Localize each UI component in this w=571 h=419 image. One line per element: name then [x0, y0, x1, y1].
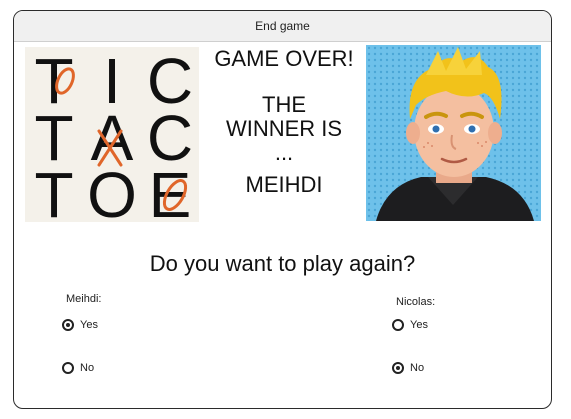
headline-the: THE — [262, 92, 306, 117]
window-title: End game — [255, 19, 310, 33]
option-label: No — [80, 362, 95, 374]
winner-avatar — [366, 45, 541, 221]
tic-tac-toe-logo: T I C T A C T O E — [25, 47, 199, 222]
logo-letter: O — [87, 159, 137, 222]
player2-no-option[interactable]: No — [392, 362, 424, 374]
player2-label: Nicolas: — [396, 296, 436, 308]
option-label: No — [410, 362, 425, 374]
player2-yes-radio[interactable] — [392, 319, 404, 331]
player1-no-option[interactable]: No — [62, 362, 94, 374]
winner-name: MEIHDI — [245, 172, 323, 197]
player1-no-radio[interactable] — [62, 362, 74, 374]
player1-label: Meihdi: — [66, 293, 102, 305]
headline-game-over: GAME OVER! — [214, 46, 354, 71]
window-titlebar: End game — [14, 11, 551, 42]
avatar-illustration — [366, 45, 541, 221]
headline-winner-is: WINNER IS — [225, 116, 343, 141]
option-label: Yes — [410, 319, 428, 331]
logo-graphic: T I C T A C T O E — [34, 47, 193, 222]
player2-yes-option[interactable]: Yes — [392, 319, 428, 331]
play-again-question: Do you want to play again? — [149, 251, 416, 276]
headline-ellipsis: ... — [274, 140, 294, 165]
option-label: Yes — [80, 319, 98, 331]
winner-announcement: GAME OVER! THE WINNER IS ... MEIHDI — [209, 47, 359, 197]
end-game-window: End game T I C T A C T O E GAME OVER! TH… — [13, 10, 552, 409]
player1-yes-radio[interactable] — [62, 319, 74, 331]
player2-no-radio[interactable] — [392, 362, 404, 374]
logo-letter: T — [34, 159, 73, 222]
player1-yes-option[interactable]: Yes — [62, 319, 98, 331]
